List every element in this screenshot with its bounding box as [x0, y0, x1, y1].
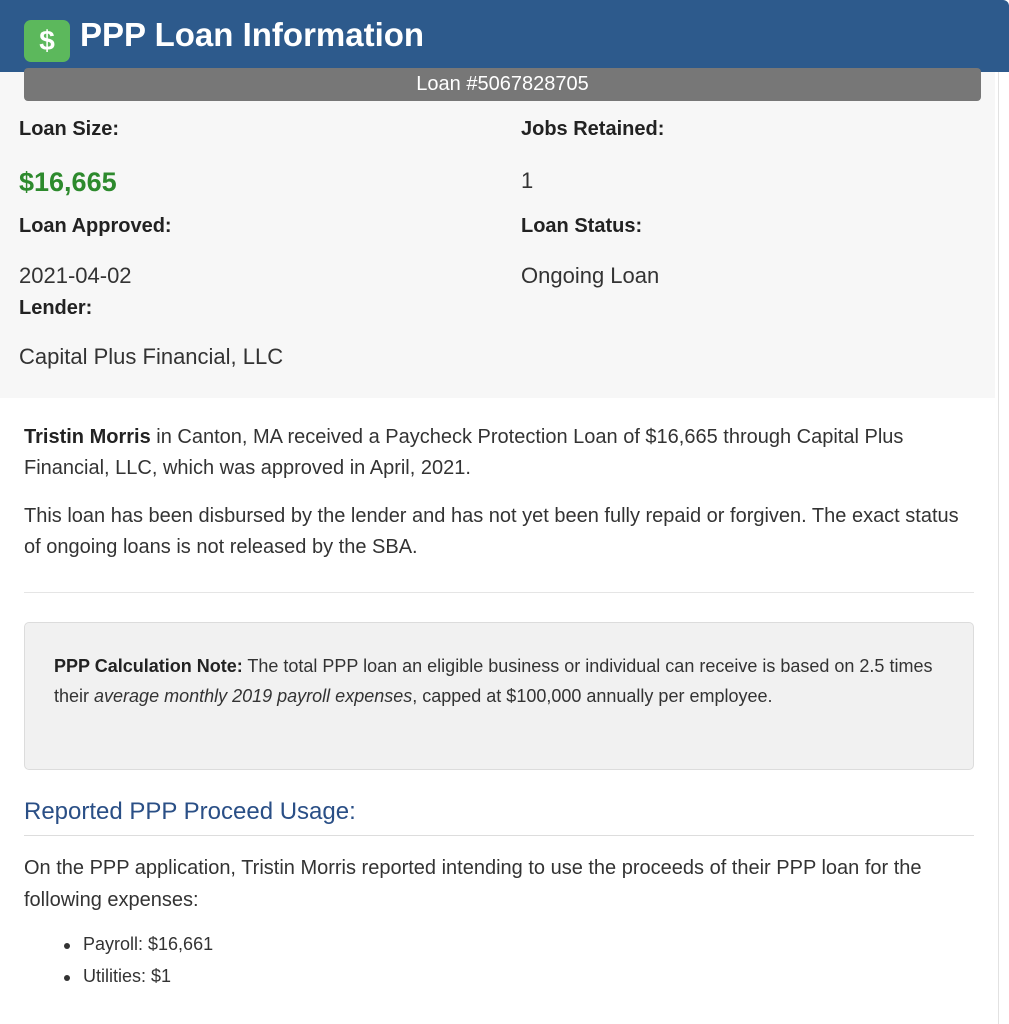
usage-intro: On the PPP application, Tristin Morris r… — [24, 857, 922, 911]
note-label: PPP Calculation Note: — [54, 656, 243, 676]
lender-value: Capital Plus Financial, LLC — [19, 344, 284, 369]
header-bar: $ PPP Loan Information — [0, 0, 1009, 72]
loan-approved-value: 2021-04-02 — [19, 263, 132, 288]
calculation-note-box: PPP Calculation Note: The total PPP loan… — [24, 622, 974, 770]
dollar-icon: $ — [24, 20, 70, 62]
usage-item-label: Utilities: $1 — [83, 966, 172, 986]
note-text-after: , capped at $100,000 annually per employ… — [412, 686, 773, 706]
summary-text: in Canton, MA received a Paycheck Protec… — [24, 426, 904, 479]
loan-info-page: $ PPP Loan Information Loan Size: $16,66… — [0, 0, 1009, 1024]
bullet-icon — [64, 943, 70, 949]
note-emphasis: average monthly 2019 payroll expenses — [94, 686, 413, 706]
loan-details-panel: Loan Size: $16,665 Jobs Retained: 1 Loan… — [0, 72, 995, 398]
loan-number-bar: Loan #5067828705 — [24, 68, 981, 101]
borrower-name: Tristin Morris — [24, 426, 151, 448]
loan-size-value: $16,665 — [19, 167, 117, 197]
loan-status-value: Ongoing Loan — [521, 263, 660, 288]
loan-status-paragraph: This loan has been disbursed by the lend… — [24, 505, 959, 558]
scrollbar-edge — [998, 60, 1009, 1024]
jobs-retained-label: Jobs Retained: — [521, 118, 665, 140]
loan-approved-label: Loan Approved: — [19, 215, 172, 237]
usage-heading-rule — [24, 835, 974, 836]
loan-summary: Tristin Morris in Canton, MA received a … — [24, 422, 974, 484]
loan-size-label: Loan Size: — [19, 118, 120, 140]
page-title: PPP Loan Information — [80, 16, 425, 53]
bullet-icon — [64, 975, 70, 981]
usage-item-label: Payroll: $16,661 — [83, 934, 214, 954]
calculation-note: PPP Calculation Note: The total PPP loan… — [54, 651, 944, 711]
section-divider — [24, 592, 974, 593]
jobs-retained-value: 1 — [521, 168, 534, 193]
lender-label: Lender: — [19, 297, 93, 319]
usage-heading: Reported PPP Proceed Usage: — [24, 798, 356, 825]
loan-status-label: Loan Status: — [521, 215, 643, 237]
